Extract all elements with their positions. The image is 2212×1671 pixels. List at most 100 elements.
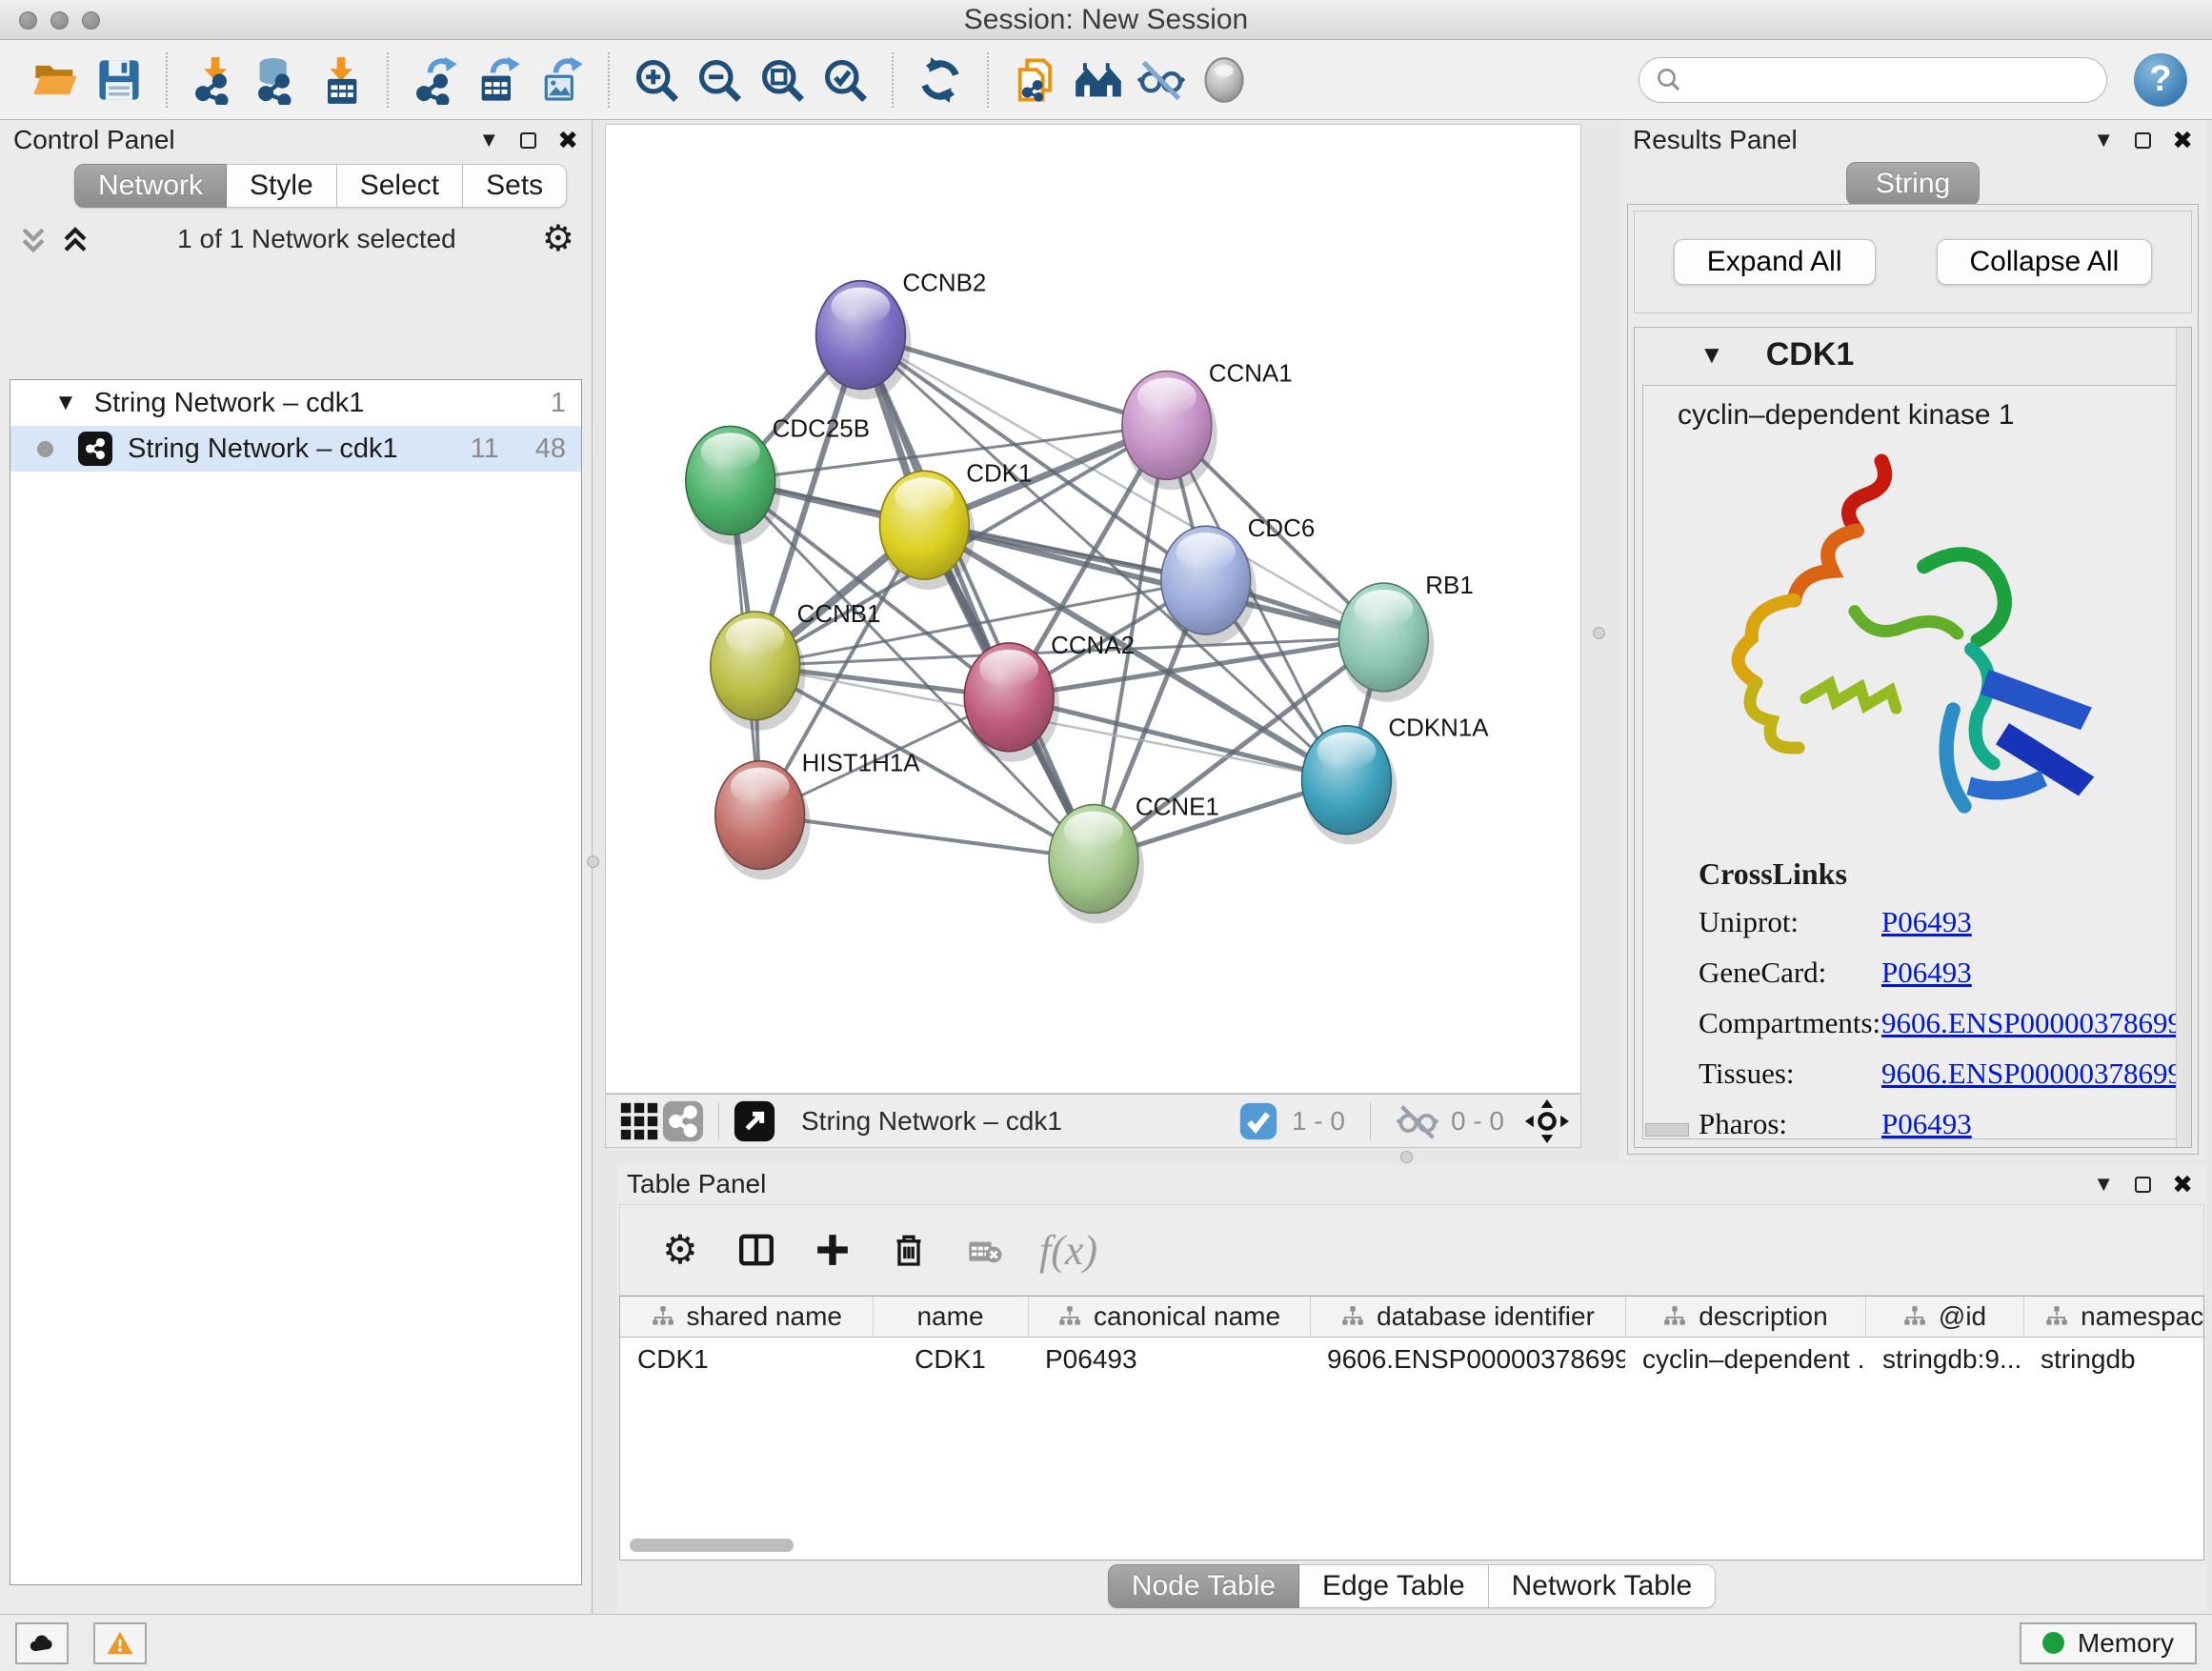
- fit-content-crosshair-icon[interactable]: [1525, 1099, 1569, 1143]
- table-hscroll-thumb[interactable]: [630, 1539, 794, 1552]
- network-node-CDKN1A[interactable]: CDKN1A: [1302, 715, 1490, 845]
- network-options-gear-icon[interactable]: ⚙: [542, 221, 574, 257]
- show-columns-icon[interactable]: [734, 1228, 778, 1272]
- hidden-glasses-icon[interactable]: [1396, 1099, 1439, 1143]
- collapse-all-networks-icon[interactable]: [59, 223, 91, 255]
- float-panel-icon[interactable]: [520, 132, 536, 149]
- left-splitter-handle[interactable]: [587, 856, 599, 868]
- tab-network[interactable]: Network: [74, 164, 227, 208]
- delete-table-icon[interactable]: [963, 1228, 1007, 1272]
- column-header-namespace[interactable]: namespace: [2023, 1297, 2204, 1337]
- network-edge-CCNB2-CCNE1[interactable]: [860, 335, 1094, 859]
- cloud-status-button[interactable]: [15, 1622, 69, 1664]
- collapse-table-panel-icon[interactable]: ▼: [2093, 1174, 2114, 1195]
- string-home-icon[interactable]: [1067, 49, 1130, 111]
- crosslink-link-4[interactable]: P06493: [1881, 1107, 1972, 1141]
- tab-edge-table[interactable]: Edge Table: [1299, 1564, 1489, 1608]
- birds-eye-view-grid-icon[interactable]: [617, 1099, 661, 1143]
- right-splitter-handle[interactable]: [1593, 627, 1605, 639]
- table-cell[interactable]: stringdb:9...: [1865, 1337, 2023, 1382]
- network-collection-row[interactable]: ▼ String Network – cdk1 1: [10, 380, 581, 426]
- column-header-canonical-name[interactable]: canonical name: [1028, 1297, 1310, 1337]
- table-cell[interactable]: cyclin–dependent ...: [1625, 1337, 1865, 1382]
- table-cell[interactable]: stringdb: [2023, 1337, 2204, 1382]
- expand-all-button[interactable]: Expand All: [1674, 239, 1876, 285]
- import-table-file-icon[interactable]: [309, 49, 372, 111]
- collection-expander-icon[interactable]: ▼: [54, 390, 77, 416]
- crosslink-link-3[interactable]: 9606.ENSP00000378699: [1881, 1057, 2182, 1091]
- memory-button[interactable]: Memory: [2020, 1622, 2197, 1664]
- network-view-canvas[interactable]: CCNB2 CCNA1 CDC25B: [605, 124, 1581, 1094]
- table-cell[interactable]: P06493: [1028, 1337, 1310, 1382]
- gene-expander-icon[interactable]: ▼: [1699, 340, 1724, 370]
- function-builder-icon[interactable]: f(x): [1039, 1228, 1097, 1272]
- show-all-icon[interactable]: [1193, 49, 1256, 111]
- column-header-shared-name[interactable]: shared name: [620, 1297, 873, 1337]
- crosslink-link-2[interactable]: 9606.ENSP00000378699: [1881, 1006, 2182, 1040]
- network-overview-icon[interactable]: [661, 1099, 705, 1143]
- results-vscrollbar[interactable]: [2176, 328, 2191, 1147]
- selected-checkbox-icon[interactable]: [1237, 1099, 1280, 1143]
- close-panel-icon[interactable]: ✖: [557, 128, 578, 152]
- float-results-icon[interactable]: [2135, 132, 2151, 149]
- warning-button[interactable]: [93, 1622, 147, 1664]
- table-cell[interactable]: 9606.ENSP00000378699: [1310, 1337, 1625, 1382]
- zoom-in-icon[interactable]: [625, 49, 688, 111]
- delete-columns-icon[interactable]: [887, 1228, 931, 1272]
- cybrowser-documents-icon[interactable]: [1004, 49, 1067, 111]
- zoom-out-icon[interactable]: [688, 49, 751, 111]
- tab-sets[interactable]: Sets: [463, 164, 567, 208]
- close-table-panel-icon[interactable]: ✖: [2172, 1172, 2193, 1197]
- network-row-selected[interactable]: String Network – cdk1 11 48: [10, 426, 581, 472]
- tab-node-table[interactable]: Node Table: [1108, 1564, 1299, 1608]
- refresh-layout-icon[interactable]: [909, 49, 972, 111]
- network-node-CCNA1[interactable]: CCNA1: [1122, 360, 1293, 490]
- detach-view-icon[interactable]: [733, 1099, 776, 1143]
- column-header-name[interactable]: name: [873, 1297, 1028, 1337]
- network-node-HIST1H1A[interactable]: HIST1H1A: [715, 751, 920, 880]
- network-node-CCNB1[interactable]: CCNB1: [711, 601, 881, 731]
- gene-section-header[interactable]: ▼ CDK1: [1635, 328, 2191, 381]
- network-node-RB1[interactable]: RB1: [1338, 573, 1473, 702]
- save-session-icon[interactable]: [88, 49, 151, 111]
- network-node-CCNE1[interactable]: CCNE1: [1049, 795, 1219, 924]
- crosslink-link-0[interactable]: P06493: [1881, 905, 1972, 939]
- export-table-icon[interactable]: [467, 49, 530, 111]
- collapse-panel-icon[interactable]: ▼: [478, 130, 499, 151]
- float-table-panel-icon[interactable]: [2135, 1177, 2151, 1193]
- export-image-icon[interactable]: [530, 49, 593, 111]
- search-field[interactable]: [1639, 57, 2107, 103]
- horizontal-splitter-handle[interactable]: [1400, 1151, 1413, 1163]
- network-node-CDK1[interactable]: CDK1: [879, 460, 1032, 590]
- close-results-icon[interactable]: ✖: [2172, 128, 2193, 152]
- import-network-database-icon[interactable]: [246, 49, 309, 111]
- tab-style[interactable]: Style: [227, 164, 337, 208]
- zoom-fit-icon[interactable]: [751, 49, 814, 111]
- collapse-all-button[interactable]: Collapse All: [1937, 239, 2153, 285]
- table-settings-gear-icon[interactable]: ⚙: [658, 1228, 702, 1272]
- table-row[interactable]: CDK1CDK1P064939606.ENSP00000378699cyclin…: [620, 1337, 2204, 1382]
- import-network-file-icon[interactable]: [183, 49, 246, 111]
- create-column-icon[interactable]: [811, 1228, 855, 1272]
- network-node-CDC6[interactable]: CDC6: [1161, 515, 1315, 645]
- network-node-CDC25B[interactable]: CDC25B: [686, 415, 870, 545]
- help-icon[interactable]: ?: [2134, 53, 2187, 107]
- maximize-window-icon[interactable]: [82, 11, 100, 30]
- search-input[interactable]: [1693, 65, 2091, 95]
- export-network-icon[interactable]: [404, 49, 467, 111]
- tab-network-table[interactable]: Network Table: [1489, 1564, 1717, 1608]
- network-node-CCNB2[interactable]: CCNB2: [816, 271, 987, 400]
- hide-selected-icon[interactable]: [1130, 49, 1193, 111]
- tab-select[interactable]: Select: [337, 164, 463, 208]
- results-hscroll-thumb[interactable]: [1645, 1123, 1689, 1137]
- network-graph[interactable]: CCNB2 CCNA1 CDC25B: [606, 125, 1580, 1093]
- tab-string[interactable]: String: [1846, 162, 1980, 206]
- column-header--id[interactable]: @id: [1865, 1297, 2023, 1337]
- table-cell[interactable]: CDK1: [873, 1337, 1028, 1382]
- crosslink-link-1[interactable]: P06493: [1881, 956, 1972, 990]
- collapse-results-icon[interactable]: ▼: [2093, 130, 2114, 151]
- open-session-icon[interactable]: [25, 49, 88, 111]
- expand-all-networks-icon[interactable]: [17, 223, 50, 255]
- minimize-window-icon[interactable]: [50, 11, 69, 30]
- column-header-database-identifier[interactable]: database identifier: [1310, 1297, 1625, 1337]
